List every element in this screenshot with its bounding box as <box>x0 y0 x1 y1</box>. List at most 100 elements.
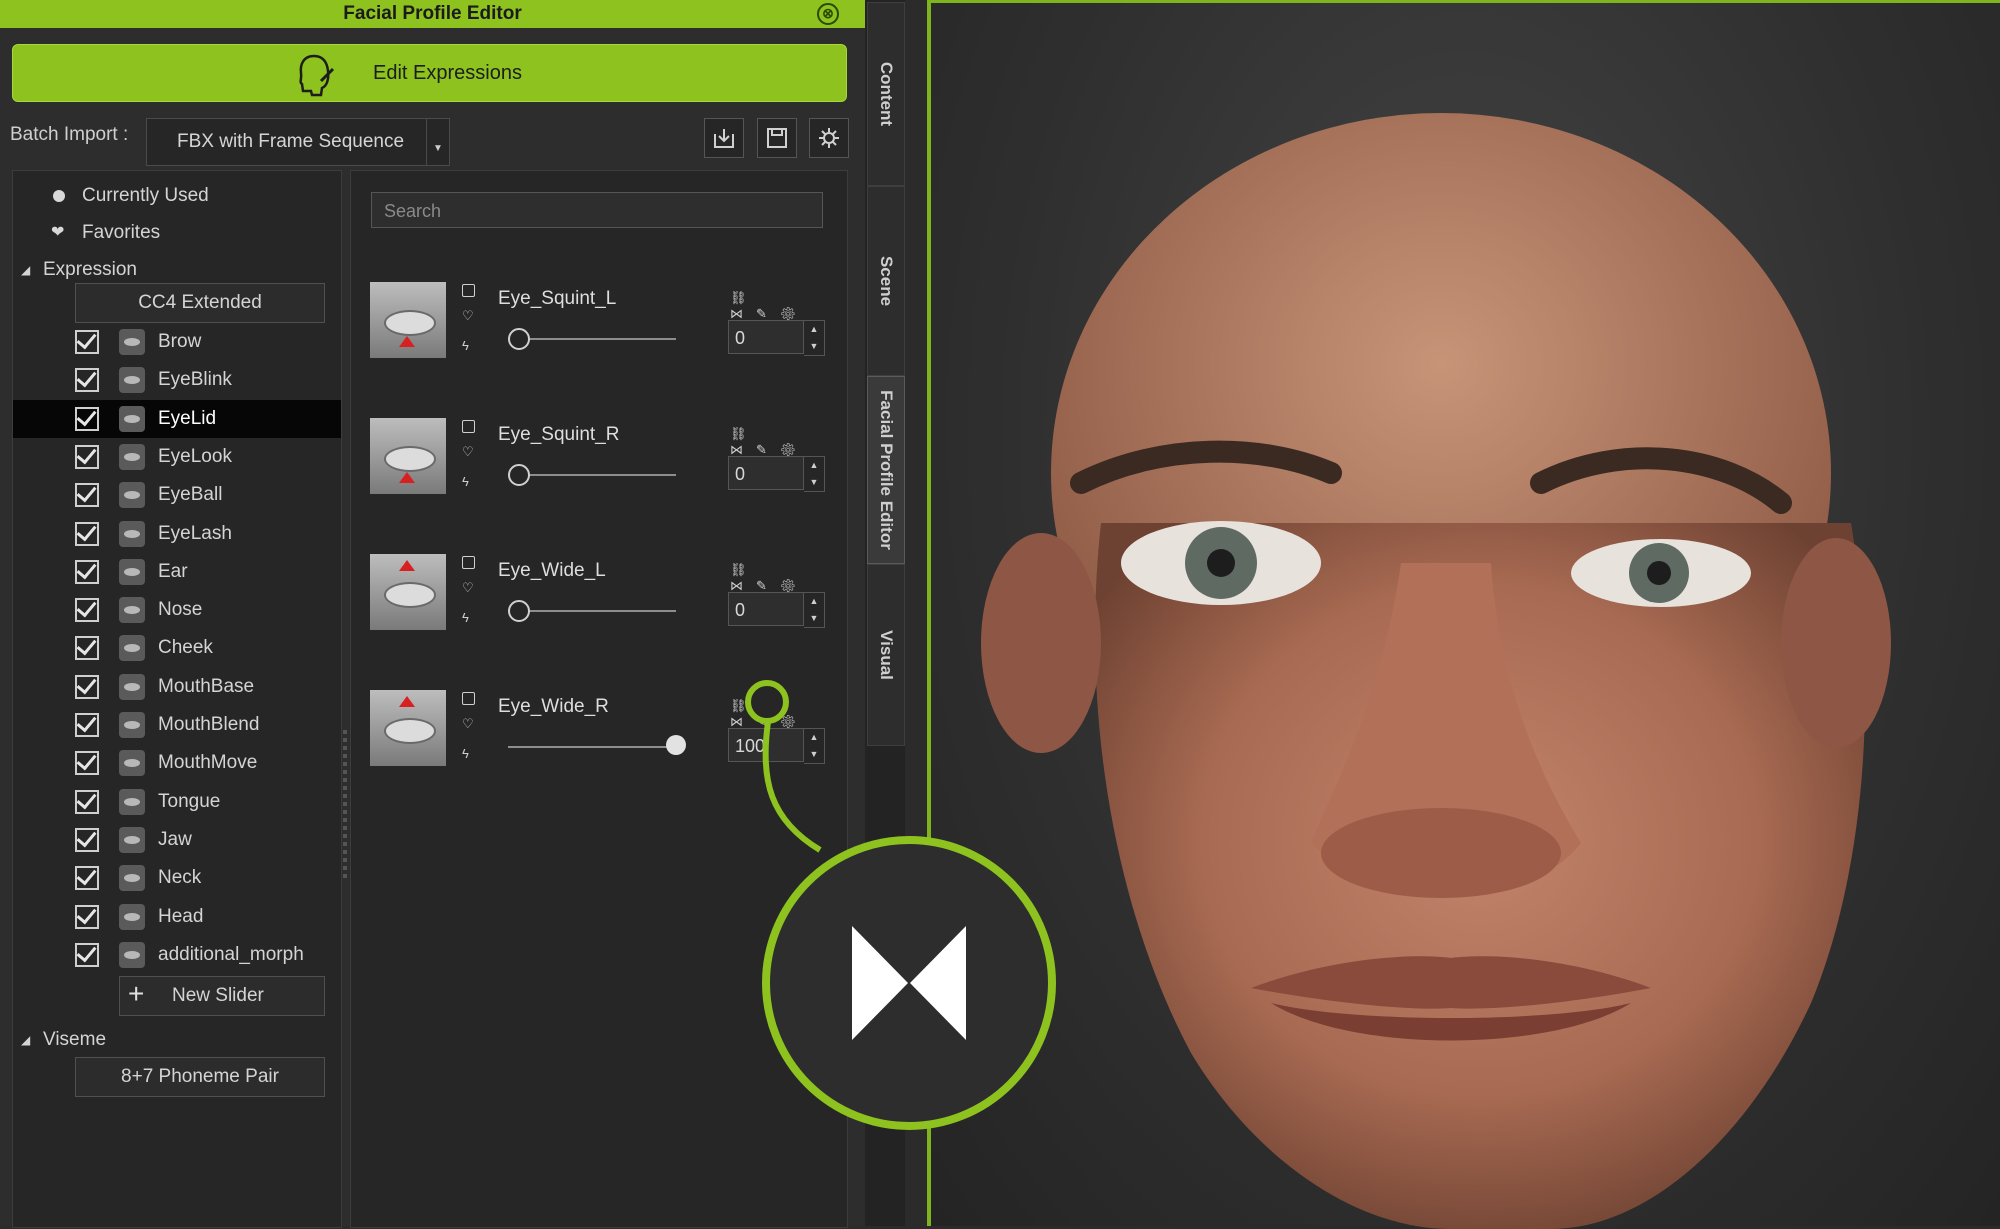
tree-item-ear[interactable]: Ear <box>13 553 341 591</box>
lightning-icon[interactable]: ϟ <box>462 338 469 353</box>
character-head-render <box>981 113 1891 1229</box>
heart-icon[interactable]: ♡ <box>462 444 474 460</box>
expression-thumbnail[interactable] <box>370 418 446 494</box>
checkbox[interactable] <box>75 330 99 354</box>
checkbox[interactable] <box>75 406 99 431</box>
tree-item-label: MouthBase <box>158 675 255 697</box>
value-spinner[interactable]: ▲ ▼ <box>804 320 825 356</box>
slider-track[interactable] <box>508 610 676 612</box>
gear-icon[interactable]: ⚙ <box>780 306 810 321</box>
pencil-icon[interactable]: ✎ <box>756 306 780 321</box>
checkbox[interactable] <box>75 827 99 852</box>
checkbox[interactable] <box>75 751 99 776</box>
mirror-icon[interactable]: ⋈ <box>730 306 756 321</box>
value-spinner[interactable]: ▲ ▼ <box>804 456 825 492</box>
checkbox[interactable] <box>75 866 99 891</box>
heart-icon[interactable]: ♡ <box>462 580 474 596</box>
checkbox[interactable] <box>75 598 99 623</box>
edit-expressions-label: Edit Expressions <box>373 62 522 84</box>
3d-viewport[interactable] <box>927 0 2000 1229</box>
checkbox[interactable] <box>75 713 99 737</box>
expression-thumbnail[interactable] <box>370 554 446 630</box>
side-tab-content[interactable]: Content <box>867 2 905 186</box>
heart-icon[interactable]: ♡ <box>462 308 474 324</box>
tree-item-eyelook[interactable]: EyeLook <box>13 438 341 476</box>
mirror-icon[interactable]: ⋈ <box>730 578 756 593</box>
tree-item-additional-morph[interactable]: additional_morph <box>13 936 341 974</box>
panel-splitter-handle[interactable] <box>343 730 347 880</box>
checkbox[interactable] <box>75 636 99 661</box>
edit-expressions-button[interactable]: Edit Expressions <box>12 44 847 102</box>
tree-item-jaw[interactable]: Jaw <box>13 821 341 859</box>
tree-item-mouthblend[interactable]: MouthBlend <box>13 706 341 744</box>
checkbox[interactable] <box>75 368 99 393</box>
slider-track[interactable] <box>508 338 676 340</box>
tree-item-cheek[interactable]: Cheek <box>13 629 341 667</box>
close-icon[interactable]: ⊗ <box>817 3 839 25</box>
gear-icon[interactable]: ⚙ <box>780 578 810 593</box>
slider-handle[interactable] <box>508 464 530 486</box>
checkbox[interactable] <box>462 692 475 705</box>
lightning-icon[interactable]: ϟ <box>462 474 469 489</box>
checkbox[interactable] <box>75 674 99 699</box>
tree-item-mouthmove[interactable]: MouthMove <box>13 744 341 782</box>
tree-item-head[interactable]: Head <box>13 898 341 936</box>
value-spinner[interactable]: ▲ ▼ <box>804 592 825 628</box>
gear-icon[interactable]: ⚙ <box>780 442 810 457</box>
tree-item-neck[interactable]: Neck <box>13 859 341 897</box>
phoneme-pair-button[interactable]: 8+7 Phoneme Pair <box>75 1057 325 1097</box>
checkbox[interactable] <box>75 942 99 967</box>
link-icon[interactable]: ⛓ <box>730 562 760 577</box>
checkbox[interactable] <box>75 559 99 584</box>
slider-handle[interactable] <box>666 735 686 755</box>
expression-thumbnail[interactable] <box>370 690 446 766</box>
slider-value-input[interactable]: 0 <box>728 456 804 490</box>
slider-track[interactable] <box>508 474 676 476</box>
save-button[interactable] <box>757 118 797 158</box>
checkbox[interactable] <box>462 556 475 569</box>
search-input[interactable]: Search <box>371 192 823 228</box>
tree-item-label: EyeBlink <box>158 369 232 391</box>
checkbox[interactable] <box>75 904 99 929</box>
import-button[interactable] <box>704 118 744 158</box>
lightning-icon[interactable]: ϟ <box>462 746 469 761</box>
tree-item-eyelid[interactable]: EyeLid <box>13 399 341 438</box>
tree-item-favorites[interactable]: ❤ Favorites <box>13 214 341 252</box>
checkbox[interactable] <box>75 444 99 469</box>
slider-value-input[interactable]: 0 <box>728 320 804 354</box>
tree-item-eyelash[interactable]: EyeLash <box>13 515 341 553</box>
slider-handle[interactable] <box>508 600 530 622</box>
link-icon[interactable]: ⛓ <box>730 426 760 441</box>
expression-thumbnail[interactable] <box>370 282 446 358</box>
tree-item-nose[interactable]: Nose <box>13 591 341 629</box>
checkbox[interactable] <box>75 521 99 546</box>
slider-handle[interactable] <box>508 328 530 350</box>
slider-toolbar: ⛓⋈✎⚙ <box>730 562 830 594</box>
slider-value-input[interactable]: 0 <box>728 592 804 626</box>
tree-item-eyeblink[interactable]: EyeBlink <box>13 361 341 399</box>
tree-item-eyeball[interactable]: EyeBall <box>13 476 341 514</box>
heart-icon[interactable]: ♡ <box>462 716 474 732</box>
side-tab-facial-profile-editor[interactable]: Facial Profile Editor <box>867 376 905 564</box>
tree-item-brow[interactable]: Brow <box>13 323 341 361</box>
settings-button[interactable] <box>809 118 849 158</box>
pencil-icon[interactable]: ✎ <box>756 578 780 593</box>
new-slider-button[interactable]: + New Slider <box>119 976 325 1016</box>
side-tab-scene[interactable]: Scene <box>867 186 905 376</box>
mirror-icon[interactable]: ⋈ <box>730 442 756 457</box>
link-icon[interactable]: ⛓ <box>730 290 760 305</box>
tree-item-mouthbase[interactable]: MouthBase <box>13 668 341 706</box>
tree-item-currently-used[interactable]: Currently Used <box>13 177 341 215</box>
checkbox[interactable] <box>462 420 475 433</box>
checkbox[interactable] <box>75 483 99 508</box>
tree-header-viseme[interactable]: ◢ Viseme <box>13 1021 341 1059</box>
pencil-icon[interactable]: ✎ <box>756 442 780 457</box>
slider-track[interactable] <box>508 746 676 748</box>
tree-item-tongue[interactable]: Tongue <box>13 783 341 821</box>
lightning-icon[interactable]: ϟ <box>462 610 469 625</box>
cc4-extended-button[interactable]: CC4 Extended <box>75 283 325 323</box>
side-tab-visual[interactable]: Visual <box>867 564 905 746</box>
checkbox[interactable] <box>75 789 99 814</box>
batch-import-dropdown[interactable]: FBX with Frame Sequence ▼ <box>146 118 450 166</box>
checkbox[interactable] <box>462 284 475 297</box>
